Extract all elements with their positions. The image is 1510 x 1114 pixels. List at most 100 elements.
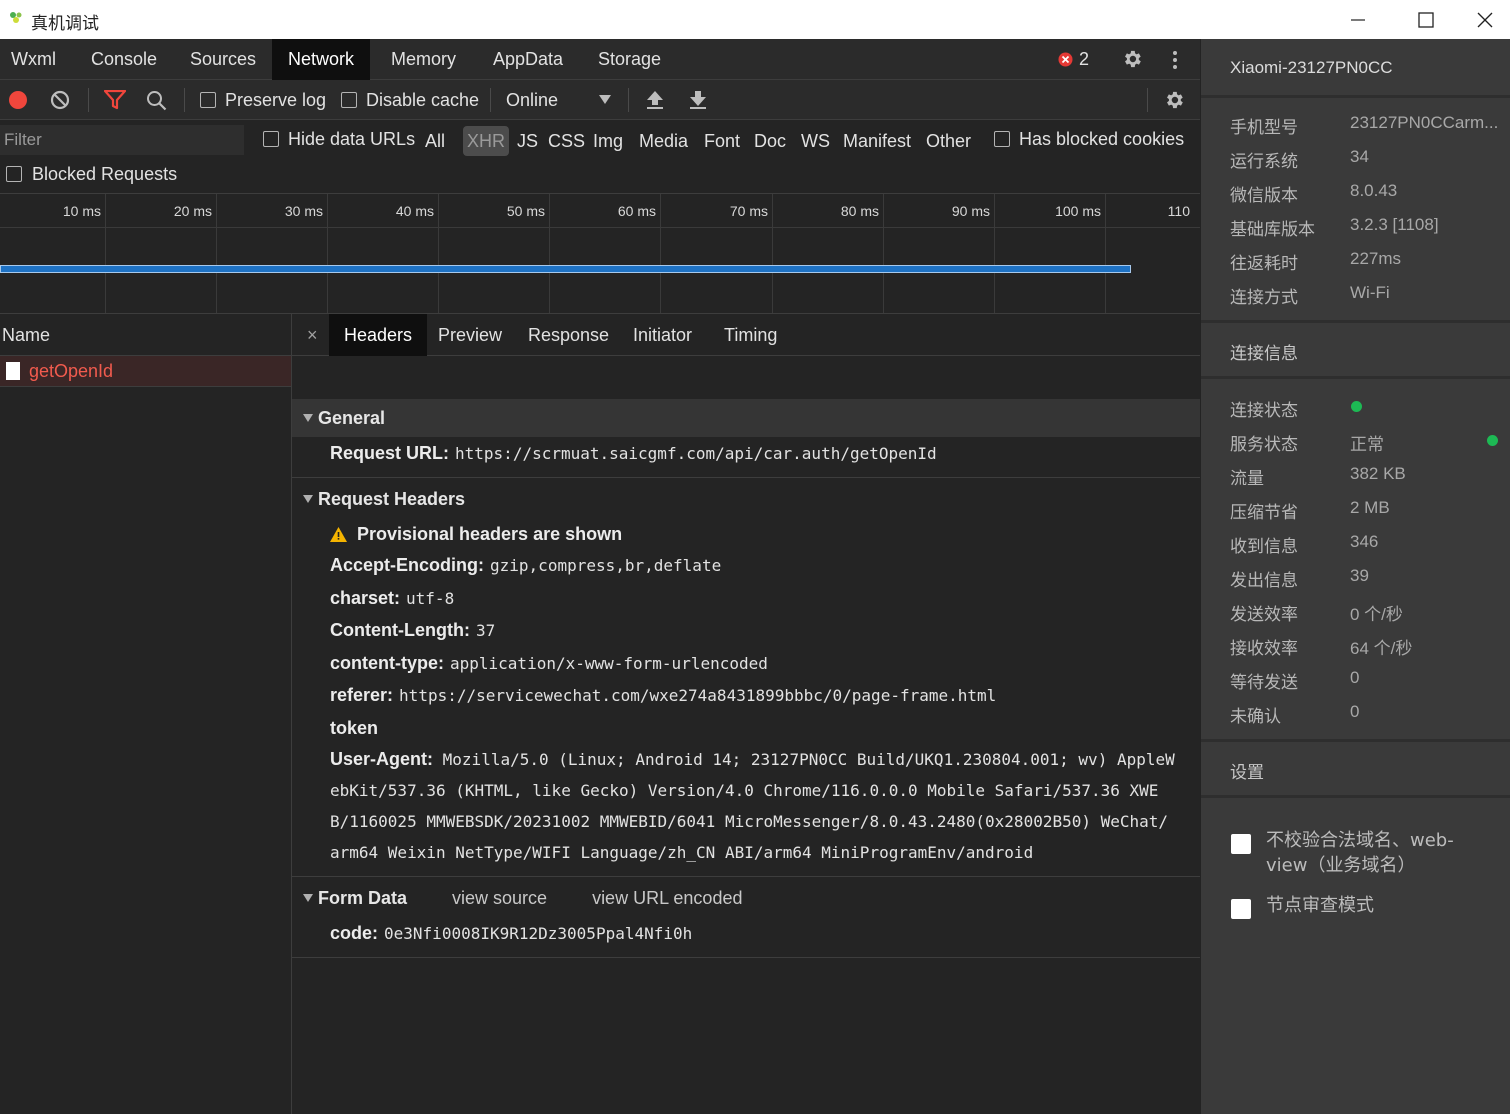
tab-sources[interactable]: Sources — [190, 39, 256, 80]
tab-network[interactable]: Network — [272, 39, 371, 80]
hide-data-urls-label: Hide data URLs — [288, 128, 416, 149]
tab-timing[interactable]: Timing — [724, 314, 777, 356]
general-section-header[interactable]: General — [292, 399, 1200, 437]
filter-type-xhr[interactable]: XHR — [463, 126, 510, 156]
timeline-tick-label: 60 ms — [617, 203, 656, 219]
connection-value: 2 MB — [1350, 498, 1390, 517]
tab-wxml[interactable]: Wxml — [11, 39, 56, 80]
filter-input[interactable]: Filter — [0, 125, 244, 155]
info-row: 基础库版本 3.2.3 [1108] — [1230, 215, 1510, 249]
timeline-tick-label: 80 ms — [840, 203, 879, 219]
tab-initiator[interactable]: Initiator — [633, 314, 692, 356]
close-detail-button[interactable]: × — [307, 314, 318, 356]
minimize-button[interactable] — [1324, 0, 1392, 39]
tab-appdata[interactable]: AppData — [493, 39, 563, 80]
filter-toggle-button[interactable] — [104, 80, 126, 120]
header-user-agent: User-Agent: Mozilla/5.0 (Linux; Android … — [330, 744, 1196, 868]
document-icon — [6, 362, 20, 380]
timeline-tick-label: 100 ms — [1055, 203, 1101, 219]
header-content-length: Content-Length: 37 — [330, 620, 495, 641]
info-label: 往返耗时 — [1230, 254, 1298, 274]
export-har-button[interactable] — [689, 80, 707, 120]
info-value: 34 — [1350, 147, 1369, 166]
filter-type-js[interactable]: JS — [517, 126, 538, 156]
provisional-warning: Provisional headers are shown — [330, 524, 622, 545]
skip-domain-check-label: 不校验合法域名、web-view（业务域名） — [1266, 830, 1454, 876]
node-inspect-checkbox[interactable] — [1231, 899, 1251, 919]
has-blocked-cookies-checkbox[interactable]: Has blocked cookies — [994, 119, 1184, 159]
tab-storage[interactable]: Storage — [598, 39, 661, 80]
info-label: 运行系统 — [1230, 152, 1298, 172]
preserve-log-box[interactable] — [200, 92, 216, 108]
maximize-icon — [1418, 11, 1434, 28]
view-url-encoded-link[interactable]: view URL encoded — [592, 888, 742, 909]
warning-icon — [330, 527, 347, 542]
connection-row: 发出信息 39 — [1230, 566, 1510, 600]
filter-type-media[interactable]: Media — [639, 126, 688, 156]
connection-value: 39 — [1350, 566, 1369, 585]
info-label: 手机型号 — [1230, 118, 1298, 138]
hide-data-urls-box[interactable] — [263, 131, 279, 147]
header-key: referer: — [330, 685, 394, 705]
connection-label: 压缩节省 — [1230, 503, 1298, 523]
filter-type-img[interactable]: Img — [593, 126, 623, 156]
filter-type-other[interactable]: Other — [926, 126, 971, 156]
blocked-requests-checkbox[interactable]: Blocked Requests — [6, 154, 177, 194]
tab-memory[interactable]: Memory — [391, 39, 456, 80]
request-row[interactable]: getOpenId — [0, 356, 291, 387]
dropdown-arrow-icon — [599, 95, 611, 104]
form-data-section-header[interactable]: Form Data view source view URL encoded — [292, 879, 1200, 917]
close-window-button[interactable] — [1460, 0, 1510, 39]
hide-data-urls-checkbox[interactable]: Hide data URLs — [263, 119, 415, 159]
connection-label: 等待发送 — [1230, 673, 1298, 693]
tab-response[interactable]: Response — [528, 314, 609, 356]
preserve-log-label: Preserve log — [225, 89, 327, 110]
filter-type-doc[interactable]: Doc — [754, 126, 786, 156]
tab-preview[interactable]: Preview — [438, 314, 502, 356]
import-har-button[interactable] — [646, 80, 664, 120]
record-button[interactable] — [8, 80, 28, 120]
has-blocked-cookies-box[interactable] — [994, 131, 1010, 147]
gear-icon — [1167, 91, 1183, 109]
timeline-tick-label: 50 ms — [506, 203, 545, 219]
filter-type-manifest[interactable]: Manifest — [843, 126, 911, 156]
preserve-log-checkbox[interactable]: Preserve log — [200, 80, 326, 120]
form-value: 0e3Nfi0008IK9R12Dz3005Ppal4Nfi0h — [384, 924, 693, 943]
blocked-requests-box[interactable] — [6, 166, 22, 182]
clear-button[interactable] — [50, 80, 70, 120]
view-source-link[interactable]: view source — [452, 888, 547, 909]
disable-cache-box[interactable] — [341, 92, 357, 108]
search-button[interactable] — [146, 80, 167, 120]
throttling-select[interactable]: Online — [506, 80, 618, 120]
maximize-button[interactable] — [1392, 0, 1460, 39]
filter-type-all[interactable]: All — [425, 126, 445, 156]
tab-headers[interactable]: Headers — [329, 314, 428, 356]
timeline-tick-label: 110 — [1167, 203, 1190, 219]
info-row: 微信版本 8.0.43 — [1230, 181, 1510, 215]
network-timeline[interactable]: 10 ms 20 ms 30 ms 40 ms 50 ms 60 ms 70 m… — [0, 194, 1200, 314]
disable-cache-label: Disable cache — [366, 89, 480, 110]
connection-label: 发出信息 — [1230, 571, 1298, 591]
filter-type-css[interactable]: CSS — [548, 126, 585, 156]
form-key: code: — [330, 923, 379, 943]
clear-icon — [50, 90, 70, 110]
error-counter[interactable]: 2 — [1058, 39, 1089, 80]
name-column-header[interactable]: Name — [0, 314, 291, 356]
request-headers-section-header[interactable]: Request Headers — [292, 480, 1200, 518]
filter-type-ws[interactable]: WS — [801, 126, 830, 156]
skip-domain-check-checkbox[interactable] — [1231, 834, 1251, 854]
more-menu-button[interactable] — [1170, 50, 1180, 75]
header-accept-encoding: Accept-Encoding: gzip,compress,br,deflate — [330, 555, 721, 576]
request-name: getOpenId — [29, 360, 114, 381]
filter-type-font[interactable]: Font — [704, 126, 740, 156]
disable-cache-checkbox[interactable]: Disable cache — [341, 80, 479, 120]
info-row: 手机型号 23127PN0CCarm... — [1230, 113, 1510, 147]
service-status-dot — [1487, 435, 1498, 446]
connection-row: 流量 382 KB — [1230, 464, 1510, 498]
error-count: 2 — [1079, 49, 1090, 69]
tab-console[interactable]: Console — [91, 39, 157, 80]
settings-button[interactable] — [1121, 48, 1143, 75]
info-row: 往返耗时 227ms — [1230, 249, 1510, 283]
connection-row: 发送效率 0 个/秒 — [1230, 600, 1510, 634]
network-settings-button[interactable] — [1163, 80, 1185, 120]
